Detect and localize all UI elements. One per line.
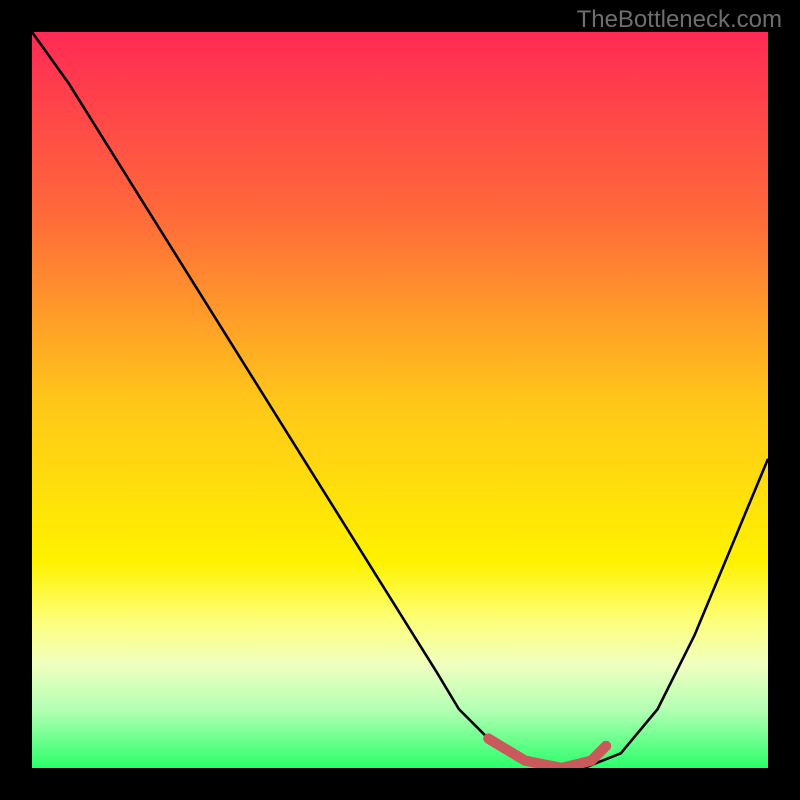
chart-area	[32, 32, 768, 768]
chart-svg	[32, 32, 768, 768]
gradient-background	[32, 32, 768, 768]
watermark-text: TheBottleneck.com	[577, 6, 782, 34]
